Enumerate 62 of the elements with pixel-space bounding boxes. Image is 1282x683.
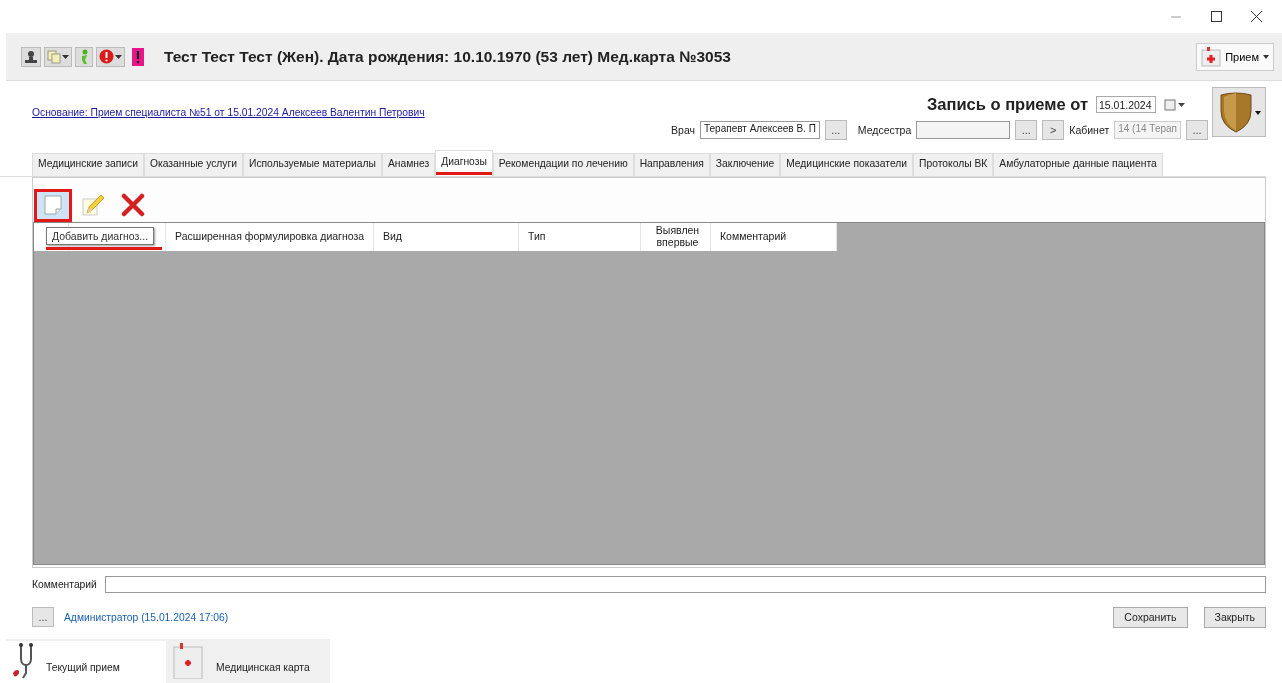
- pencil-page-icon: [81, 193, 105, 217]
- delete-cross-icon: [121, 193, 145, 217]
- alert-icon: [99, 49, 114, 64]
- shield-icon: [1217, 91, 1261, 133]
- tab[interactable]: Направления: [633, 153, 710, 176]
- comment-label: Комментарий: [32, 578, 97, 590]
- calendar-dropdown-icon[interactable]: [1164, 98, 1186, 111]
- room-browse-button[interactable]: ...: [1186, 120, 1208, 140]
- next-button[interactable]: >: [1042, 120, 1065, 140]
- alert-dropdown-button[interactable]: [96, 46, 125, 67]
- record-heading: Запись о приеме от: [926, 95, 1088, 114]
- tab[interactable]: Медицинские показатели: [780, 153, 914, 176]
- doctor-browse-button[interactable]: ...: [824, 120, 847, 140]
- doctor-field[interactable]: Терапевт Алексеев В. П: [700, 121, 820, 139]
- column-header[interactable]: Выявлен впервые: [645, 225, 710, 249]
- tooltip: Добавить диагноз...: [46, 227, 155, 245]
- bottom-tab[interactable]: Текущий прием: [6, 641, 166, 683]
- copy-dropdown-button[interactable]: [44, 46, 72, 67]
- comment-field[interactable]: [104, 575, 1266, 593]
- tab[interactable]: Диагнозы: [435, 150, 493, 176]
- medical-card-icon: [172, 643, 204, 679]
- maximize-icon: [1210, 11, 1222, 22]
- close-form-button[interactable]: Закрыть: [1203, 606, 1266, 628]
- caret-icon: [115, 54, 122, 59]
- doctor-label: Врач: [671, 124, 695, 136]
- figure-button[interactable]: [75, 46, 93, 67]
- caret-icon: [62, 54, 69, 59]
- stamp-icon: [24, 49, 38, 64]
- add-button[interactable]: [34, 188, 72, 222]
- close-icon: [1250, 11, 1262, 22]
- basis-link[interactable]: Основание: Прием специалиста №51 от 15.01.2024 Алексеев Валентин Петрович: [32, 107, 425, 118]
- stethoscope-icon: [12, 643, 34, 679]
- tab[interactable]: Медицинские записи: [32, 153, 144, 176]
- tab[interactable]: Амбулаторные данные пациента: [993, 153, 1163, 176]
- tab[interactable]: Заключение: [709, 153, 781, 176]
- column-header[interactable]: Расширенная формулировка диагноза: [175, 231, 365, 243]
- column-header[interactable]: Вид: [383, 231, 402, 243]
- blank-page-icon: [44, 195, 62, 215]
- minimize-icon: [1171, 15, 1181, 18]
- save-button[interactable]: Сохранить: [1113, 606, 1188, 628]
- nurse-label: Медсестра: [857, 124, 912, 136]
- column-header[interactable]: Комментарий: [720, 231, 787, 243]
- medical-case-icon: [1201, 46, 1222, 67]
- caret-icon: [1263, 54, 1269, 59]
- author-link[interactable]: Администратор (15.01.2024 17:06): [64, 611, 229, 623]
- nurse-field[interactable]: [916, 121, 1011, 139]
- reception-button[interactable]: Прием: [1196, 42, 1274, 71]
- documents-icon: [47, 49, 61, 64]
- tab[interactable]: Оказанные услуги: [143, 153, 243, 176]
- nurse-browse-button[interactable]: ...: [1015, 120, 1038, 140]
- room-label: Кабинет: [1069, 124, 1110, 136]
- bottom-tab[interactable]: Медицинская карта: [166, 641, 330, 683]
- shield-dropdown-button[interactable]: [1212, 87, 1266, 137]
- date-field[interactable]: 15.01.2024: [1096, 96, 1156, 113]
- patient-title: Тест Тест Тест (Жен). Дата рождения: 10.10.1970 (53 лет) Мед.карта №3053: [164, 47, 732, 66]
- tab[interactable]: Протоколы ВК: [913, 153, 994, 176]
- tab[interactable]: Используемые материалы: [243, 153, 382, 176]
- column-header[interactable]: Тип: [528, 231, 546, 243]
- tab[interactable]: Анамнез: [381, 153, 436, 176]
- author-more-button[interactable]: ...: [32, 607, 54, 627]
- stamp-button[interactable]: [21, 46, 41, 67]
- tab[interactable]: Рекомендации по лечению: [492, 153, 634, 176]
